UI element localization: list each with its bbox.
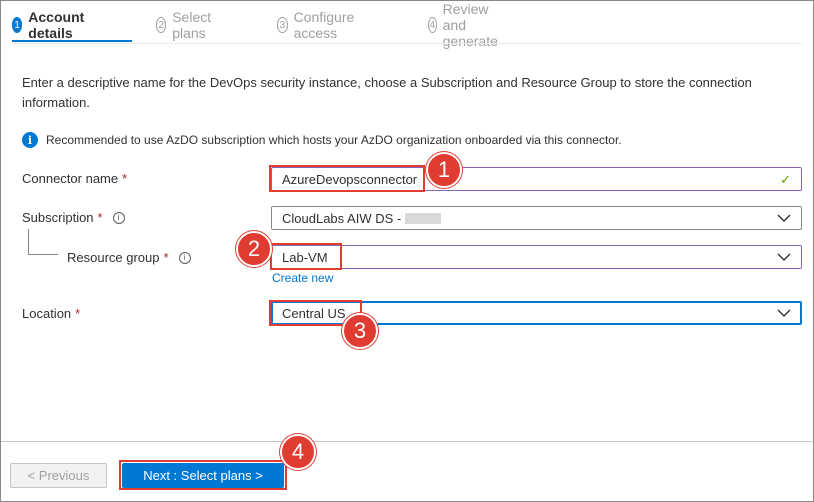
location-label: Location *: [22, 306, 80, 321]
required-asterisk: *: [122, 171, 128, 186]
tab-label: Review and generate: [442, 1, 498, 49]
page-description: Enter a descriptive name for the DevOps …: [22, 75, 752, 110]
tabs-divider: [12, 43, 802, 44]
info-message: i Recommended to use AzDO subscription w…: [22, 132, 622, 148]
tab-select-plans[interactable]: 2 Select plans: [156, 9, 217, 41]
annotation-marker-4: 4: [280, 434, 316, 470]
highlight-box-next: [119, 460, 287, 490]
annotation-marker-3: 3: [342, 313, 378, 349]
step-number: 1: [12, 17, 23, 33]
tree-connector: [28, 254, 58, 255]
required-asterisk: *: [97, 210, 103, 225]
step-number: 4: [428, 17, 437, 33]
redacted-block: [405, 212, 442, 224]
step-number: 2: [156, 17, 167, 33]
checkmark-icon: ✓: [780, 172, 791, 187]
tab-label: Configure access: [293, 9, 355, 41]
chevron-down-icon: [777, 253, 791, 261]
label-text: Resource group: [67, 250, 160, 265]
info-text: Recommended to use AzDO subscription whi…: [46, 133, 622, 147]
previous-button[interactable]: < Previous: [10, 463, 107, 488]
chevron-down-icon: [777, 309, 791, 317]
subscription-label: Subscription * i: [22, 210, 125, 225]
info-tooltip-icon[interactable]: i: [112, 211, 125, 224]
highlight-box-connector-name: [269, 165, 425, 192]
chevron-down-icon: [777, 214, 791, 222]
highlight-box-resource-group: [270, 243, 342, 270]
label-text: Connector name: [22, 171, 119, 186]
label-text: Location: [22, 306, 72, 321]
tab-label: Select plans: [172, 9, 212, 41]
tab-configure-access[interactable]: 3 Configure access: [277, 9, 360, 41]
resource-group-dropdown[interactable]: Lab-VM: [271, 245, 802, 269]
info-icon: i: [22, 132, 38, 148]
annotation-marker-1: 1: [426, 152, 462, 188]
required-asterisk: *: [163, 250, 169, 265]
tree-connector: [28, 229, 29, 255]
create-new-link[interactable]: Create new: [272, 271, 333, 285]
tab-review-and-generate[interactable]: 4 Review and generate: [428, 1, 505, 49]
active-tab-indicator: [12, 40, 132, 42]
subscription-value: CloudLabs AIW DS -: [282, 210, 402, 226]
footer-divider: [1, 441, 813, 442]
step-number: 3: [277, 17, 288, 33]
tab-label: Account details: [28, 9, 85, 41]
info-tooltip-icon[interactable]: i: [178, 251, 191, 264]
required-asterisk: *: [75, 306, 81, 321]
resource-group-label: Resource group * i: [67, 250, 191, 265]
annotation-marker-2: 2: [236, 231, 272, 267]
connector-name-label: Connector name *: [22, 171, 127, 186]
tab-account-details[interactable]: 1 Account details: [12, 9, 90, 41]
subscription-dropdown[interactable]: CloudLabs AIW DS -: [271, 206, 802, 230]
label-text: Subscription: [22, 210, 94, 225]
